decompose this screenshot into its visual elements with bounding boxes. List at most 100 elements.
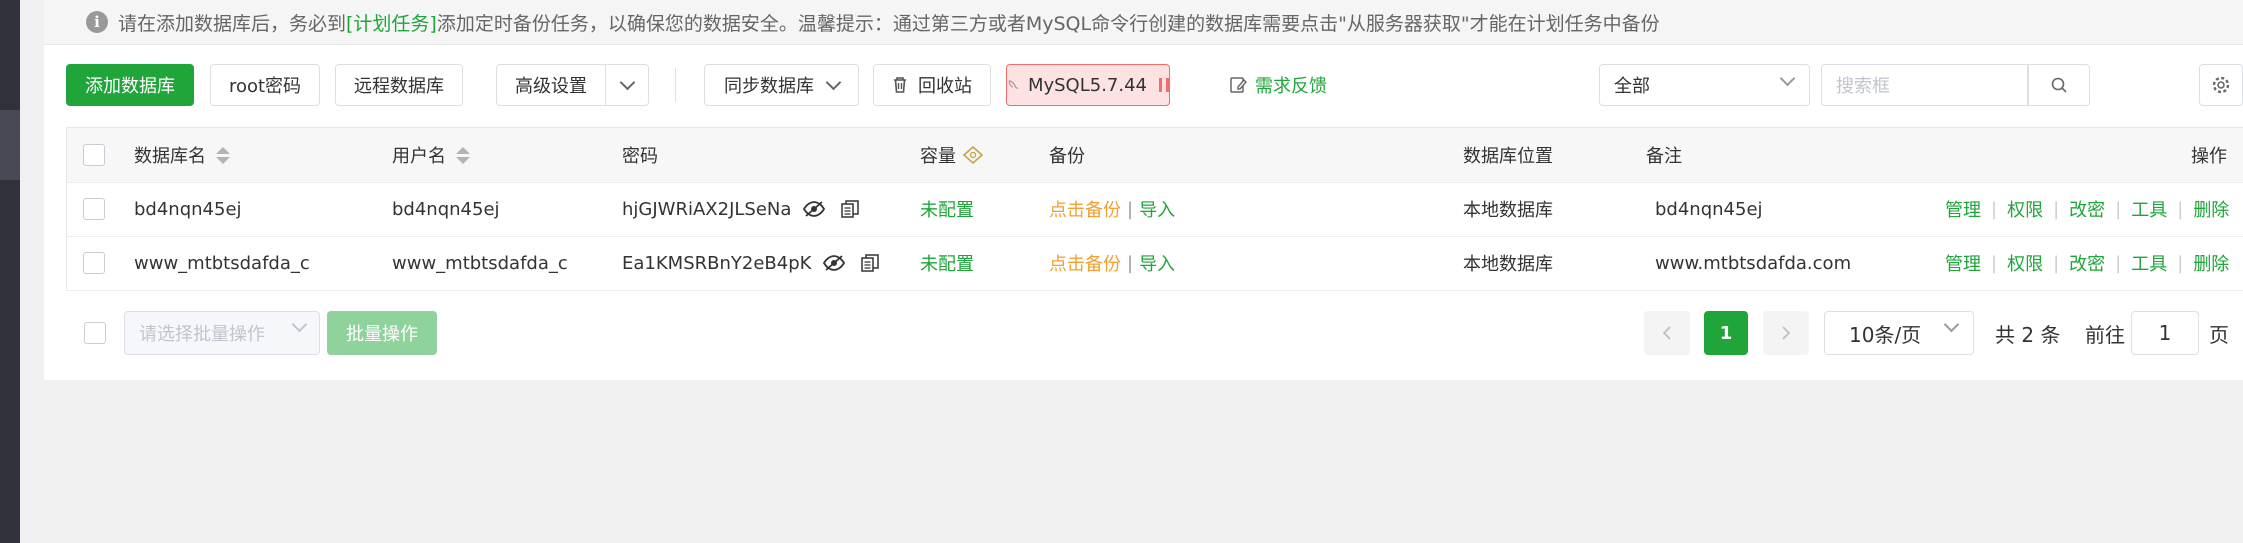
prev-page-button[interactable] — [1644, 311, 1690, 355]
db-remark[interactable]: www.mtbtsdafda.com — [1655, 236, 1851, 290]
sort-icon[interactable] — [216, 146, 230, 164]
header-location: 数据库位置 — [1463, 146, 1553, 167]
notice-bar: i 请在添加数据库后，务必到 [计划任务] 添加定时备份任务，以确保您的数据安全。温… — [44, 0, 2243, 45]
password-cell: Ea1KMSRBnY2eB4pK — [622, 236, 880, 290]
action-delete[interactable]: 删除 — [2193, 250, 2229, 276]
copy-icon[interactable] — [841, 200, 860, 218]
batch-operation-placeholder: 请选择批量操作 — [139, 324, 265, 345]
header-user[interactable]: 用户名 — [392, 128, 470, 182]
select-all-checkbox[interactable] — [83, 144, 105, 166]
batch-operation-select[interactable]: 请选择批量操作 — [124, 311, 320, 355]
total-count: 共 2 条 — [1995, 322, 2061, 347]
backup-link[interactable]: 点击备份 — [1049, 250, 1121, 276]
page-size-value: 10条/页 — [1849, 322, 1922, 347]
import-link[interactable]: 导入 — [1139, 250, 1175, 276]
root-password-button[interactable]: root密码 — [210, 64, 320, 106]
row-checkbox[interactable] — [83, 198, 105, 220]
backup-link[interactable]: 点击备份 — [1049, 196, 1121, 222]
search-icon — [2051, 77, 2067, 93]
cron-task-link[interactable]: [计划任务] — [346, 9, 437, 36]
search-button[interactable] — [2028, 64, 2090, 106]
divider: | — [1127, 198, 1134, 220]
filter-select[interactable]: 全部 — [1599, 64, 1810, 106]
info-icon: i — [86, 11, 108, 33]
eye-off-icon[interactable] — [803, 201, 826, 217]
search-input[interactable]: 搜索框 — [1821, 64, 2028, 106]
remote-database-button[interactable]: 远程数据库 — [335, 64, 463, 106]
mysql-version-label: MySQL5.7.44 — [1027, 74, 1147, 96]
header-password: 密码 — [622, 146, 658, 167]
recycle-bin-button[interactable]: 回收站 — [873, 64, 991, 106]
db-password: hjGJWRiAX2JLSeNa — [622, 198, 792, 220]
database-panel: i 请在添加数据库后，务必到 [计划任务] 添加定时备份任务，以确保您的数据安全。温… — [44, 0, 2243, 380]
action-change-password[interactable]: 改密 — [2069, 250, 2105, 276]
add-database-button[interactable]: 添加数据库 — [66, 64, 194, 106]
toolbar-divider — [675, 68, 676, 102]
mysql-version-button[interactable]: MySQL5.7.44 — [1006, 64, 1170, 106]
row-checkbox[interactable] — [83, 252, 105, 274]
settings-button[interactable] — [2199, 64, 2243, 106]
capacity-not-configured[interactable]: 未配置 — [920, 182, 974, 236]
db-user: www_mtbtsdafda_c — [392, 252, 568, 274]
divider: | — [1127, 252, 1134, 274]
action-permission[interactable]: 权限 — [2007, 196, 2043, 222]
header-actions: 操作 — [2191, 146, 2227, 167]
db-location: 本地数据库 — [1463, 254, 1553, 275]
goto-page-input[interactable]: 1 — [2131, 311, 2199, 355]
row-actions: 管理 | 权限 | 改密 | 工具 | 删除 — [1945, 182, 2229, 236]
eye-off-icon[interactable] — [823, 255, 846, 271]
filter-select-value: 全部 — [1614, 76, 1650, 97]
db-name: www_mtbtsdafda_c — [134, 252, 310, 274]
action-tools[interactable]: 工具 — [2131, 250, 2167, 276]
page-number-current[interactable]: 1 — [1704, 311, 1748, 355]
advanced-settings-dropdown[interactable] — [605, 64, 649, 106]
sidebar — [0, 0, 20, 543]
footer-select-all-checkbox[interactable] — [84, 322, 106, 344]
row-actions: 管理 | 权限 | 改密 | 工具 | 删除 — [1945, 236, 2229, 290]
gear-icon — [2212, 76, 2230, 94]
sync-database-label: 同步数据库 — [724, 76, 814, 97]
action-change-password[interactable]: 改密 — [2069, 196, 2105, 222]
goto-label: 前往 — [2085, 322, 2125, 347]
sidebar-active-item[interactable] — [0, 110, 20, 180]
import-link[interactable]: 导入 — [1139, 196, 1175, 222]
header-remark: 备注 — [1646, 146, 1682, 167]
table-row: www_mtbtsdafda_c www_mtbtsdafda_c Ea1KMS… — [67, 236, 2243, 291]
action-tools[interactable]: 工具 — [2131, 196, 2167, 222]
db-name: bd4nqn45ej — [134, 198, 242, 220]
feedback-edit-icon — [1230, 77, 1247, 93]
action-delete[interactable]: 删除 — [2193, 196, 2229, 222]
page-unit: 页 — [2209, 322, 2229, 347]
capacity-not-configured[interactable]: 未配置 — [920, 236, 974, 290]
chevron-down-icon — [619, 74, 635, 90]
database-table: 数据库名 用户名 密码 容量 备份 数据库位置 备注 操作 bd4nqn45ej… — [66, 127, 2243, 291]
feedback-label: 需求反馈 — [1255, 76, 1327, 97]
chevron-down-icon — [825, 74, 842, 90]
action-permission[interactable]: 权限 — [2007, 250, 2043, 276]
header-backup: 备份 — [1049, 146, 1085, 167]
backup-cell: 点击备份 | 导入 — [1049, 182, 1175, 236]
action-manage[interactable]: 管理 — [1945, 250, 1981, 276]
chevron-down-icon — [291, 316, 308, 333]
header-user-label: 用户名 — [392, 146, 446, 167]
chevron-down-icon — [1943, 316, 1960, 333]
batch-operation-button[interactable]: 批量操作 — [327, 311, 437, 355]
page-size-select[interactable]: 10条/页 — [1824, 311, 1974, 355]
action-manage[interactable]: 管理 — [1945, 196, 1981, 222]
next-page-button[interactable] — [1763, 311, 1809, 355]
chevron-down-icon — [1779, 70, 1796, 87]
header-name[interactable]: 数据库名 — [134, 128, 230, 182]
db-user: bd4nqn45ej — [392, 198, 500, 220]
db-remark[interactable]: bd4nqn45ej — [1655, 182, 1763, 236]
copy-icon[interactable] — [861, 254, 880, 272]
chevron-left-icon — [1662, 326, 1671, 340]
sort-icon[interactable] — [456, 146, 470, 164]
sync-database-button[interactable]: 同步数据库 — [704, 64, 859, 106]
advanced-settings-button[interactable]: 高级设置 — [496, 64, 606, 106]
table-header: 数据库名 用户名 密码 容量 备份 数据库位置 备注 操作 — [67, 128, 2243, 183]
table-row: bd4nqn45ej bd4nqn45ej hjGJWRiAX2JLSeNa 未… — [67, 182, 2243, 237]
notice-text-after: 添加定时备份任务，以确保您的数据安全。温馨提示：通过第三方或者MySQL命令行创… — [436, 12, 1660, 35]
feedback-link[interactable]: 需求反馈 — [1229, 64, 1327, 106]
recycle-bin-label: 回收站 — [918, 76, 972, 97]
diamond-icon — [962, 146, 984, 164]
